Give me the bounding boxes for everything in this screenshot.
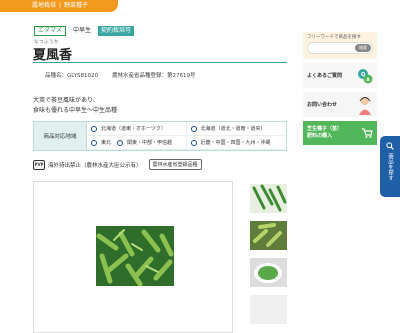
- svg-text:A: A: [366, 77, 370, 83]
- faq-link[interactable]: よくあるご質問 Q A: [303, 63, 377, 88]
- tag-crop[interactable]: エダマメ: [34, 26, 67, 36]
- page-title: 夏風香: [33, 48, 73, 63]
- region-table: 商品対応地域 北海道（道東・オホーツク） 北海道（道北・道南・道央） 東北 関東・…: [33, 121, 287, 151]
- thumbnail-list: [250, 184, 287, 324]
- breadcrumb-item[interactable]: 露地栽培: [32, 2, 56, 9]
- bullet-icon: [117, 139, 124, 146]
- svg-text:Q: Q: [361, 72, 365, 78]
- pvp-icon: PVP: [33, 159, 45, 170]
- thumbnail[interactable]: [250, 258, 287, 287]
- title-divider: [33, 62, 287, 63]
- thumbnail[interactable]: [250, 221, 287, 250]
- description-line: 食味も優れる中早生〜中生品種: [33, 107, 118, 114]
- description-line: 大莢で茶豆風味があり、: [33, 97, 99, 104]
- product-meta: 品種名：GLYS81020 農林水産省品種登録：第27619号: [45, 71, 195, 79]
- region-cell: 北海道（道北・道南・道央）: [186, 122, 286, 136]
- bullet-icon: [190, 125, 197, 132]
- contact-link[interactable]: お問い合わせ: [303, 92, 377, 117]
- sidebar: フリーワードで商品を探す 検索 よくあるご質問 Q A お問い合わせ 芝生種子（…: [303, 32, 377, 145]
- search-label: フリーワードで商品を探す: [307, 35, 361, 40]
- bullet-icon: [91, 139, 97, 146]
- region-cell: 東北 関東・中部・甲信越: [87, 136, 187, 150]
- bullet-icon: [190, 139, 197, 146]
- tag-maturity: 中早生: [73, 27, 92, 34]
- cart-icon: [362, 128, 373, 138]
- pvp-text: 海外持出禁止（農林水産大臣公示有）: [48, 162, 142, 169]
- thumbnail[interactable]: [250, 184, 287, 213]
- qa-icon: Q A: [358, 68, 373, 83]
- search-button[interactable]: 検索: [355, 44, 371, 52]
- region-header: 商品対応地域: [34, 122, 87, 150]
- main-product-image[interactable]: [33, 181, 233, 333]
- search-input[interactable]: 検索: [307, 42, 373, 54]
- tag-contract[interactable]: 契約栽培可: [98, 26, 135, 36]
- registered-variety-button[interactable]: 農林水産省登録品種: [148, 159, 202, 170]
- product-registration: 農林水産省品種登録：第27619号: [111, 73, 196, 79]
- search-icon: [386, 142, 394, 150]
- bullet-icon: [91, 125, 97, 132]
- product-search-label: 商品を探す: [387, 153, 393, 181]
- thumbnail[interactable]: [250, 295, 287, 324]
- tag-list: エダマメ 中早生 契約栽培可: [34, 26, 135, 36]
- product-search-tab[interactable]: 商品を探す: [380, 136, 400, 197]
- pvp-row: PVP 海外持出禁止（農林水産大臣公示有） 農林水産省登録品種: [33, 159, 202, 170]
- product-code: 品種名：GLYS81020: [45, 73, 98, 79]
- breadcrumb: 露地栽培 | 野菜種子: [0, 0, 118, 12]
- breadcrumb-item[interactable]: 野菜種子: [64, 2, 88, 9]
- region-cell: 北海道（道東・オホーツク）: [87, 122, 187, 136]
- product-description: 大莢で茶豆風味があり、 食味も優れる中早生〜中生品種: [33, 96, 117, 116]
- region-cell: 近畿・中国・四国・九州・沖縄: [186, 136, 286, 150]
- sidebar-search: フリーワードで商品を探す 検索: [303, 32, 377, 59]
- edamame-photo: [96, 226, 174, 286]
- operator-icon: [359, 96, 371, 115]
- purchase-link[interactable]: 芝生種子（苗） 肥料の購入: [303, 121, 377, 145]
